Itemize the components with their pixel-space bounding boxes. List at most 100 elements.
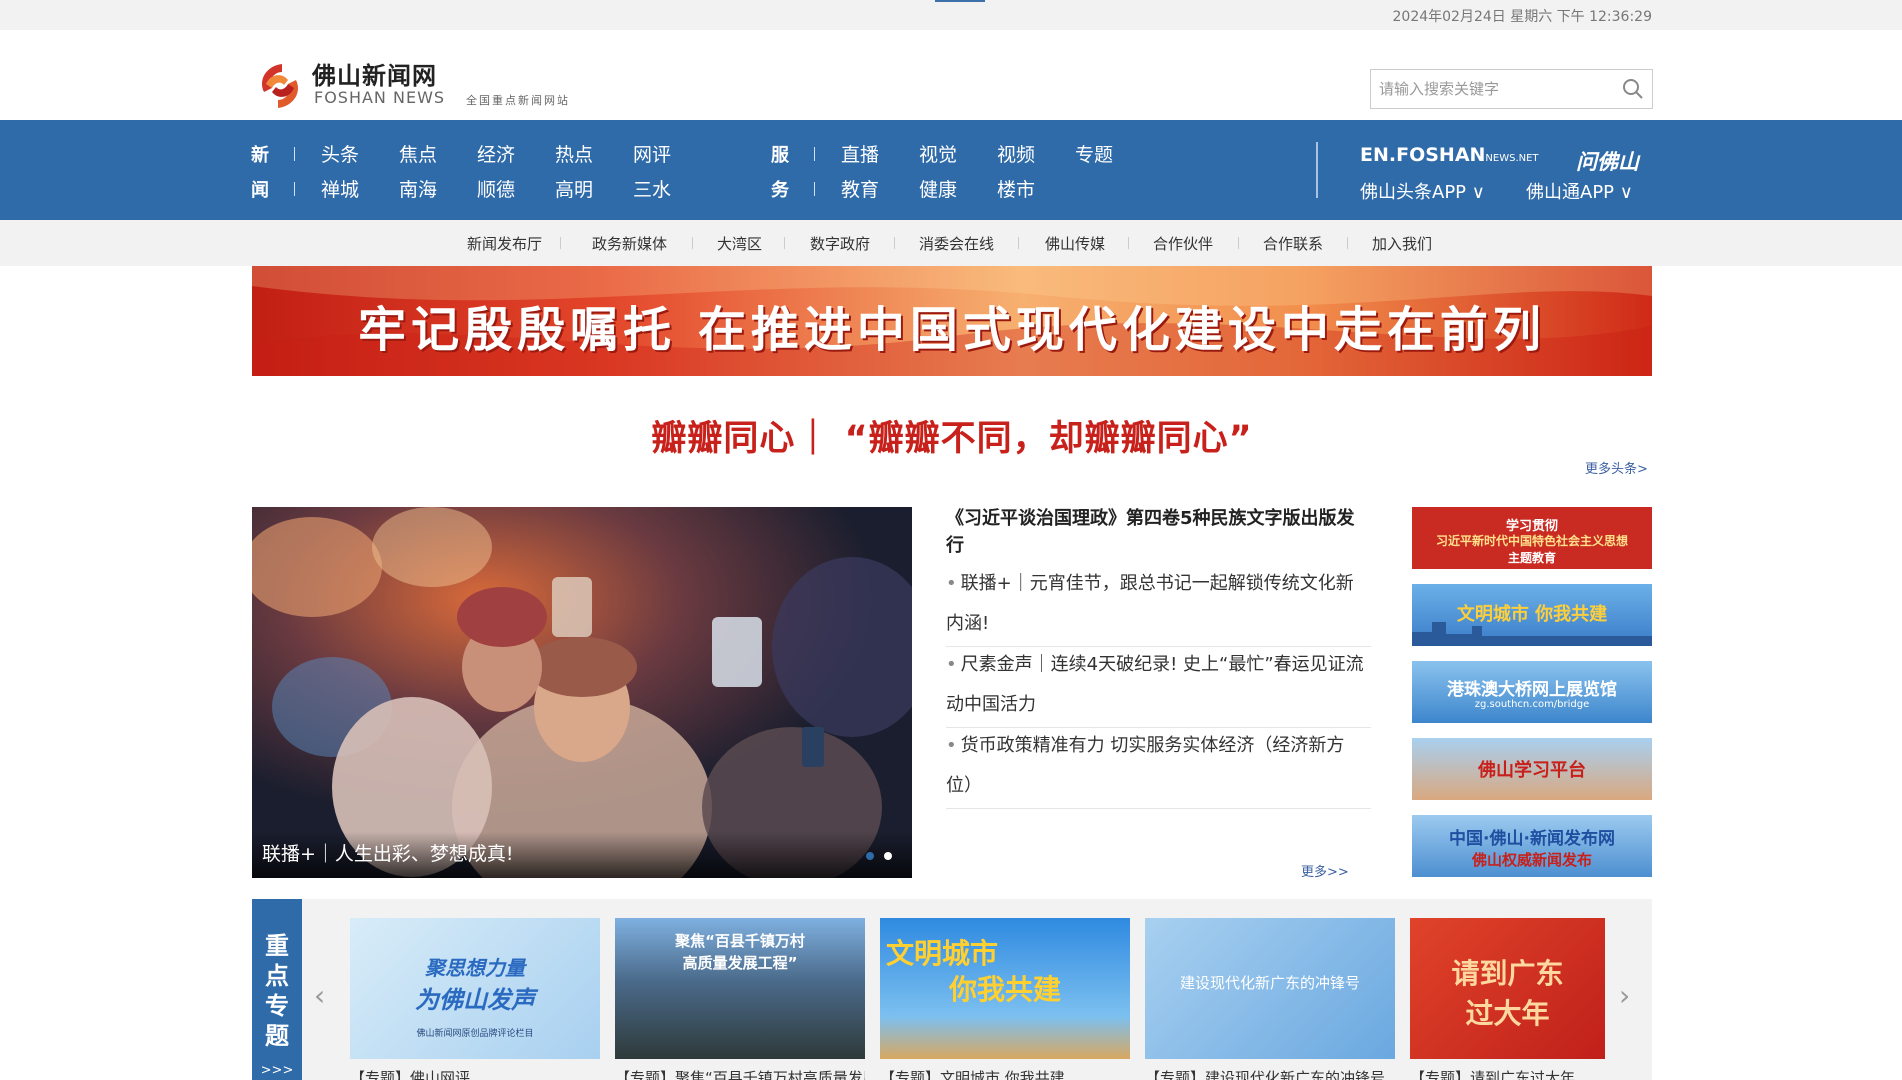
search-icon[interactable] [1622, 78, 1644, 100]
subnav-item-greater-bay[interactable]: 大湾区 [717, 233, 762, 254]
subnav-separator [1238, 237, 1239, 249]
topic-card-image: 建设现代化新广东的冲锋号 [1145, 918, 1395, 1059]
news-item[interactable]: • 货币政策精准有力 切实服务实体经济（经济新方位） [946, 726, 1371, 809]
right-banner-hzmb[interactable]: 港珠澳大桥网上展览馆 zg.southcn.com/bridge [1412, 661, 1652, 723]
news-item-text: 联播+｜元宵佳节，跟总书记一起解锁传统文化新内涵! [946, 573, 1354, 634]
foshan-tong-app-dropdown[interactable]: 佛山通APP ∨ [1526, 178, 1633, 204]
topic-card-image-text: 为佛山发声 [415, 986, 535, 1014]
topic-card[interactable]: 建设现代化新广东的冲锋号 【专题】建设现代化新广东的冲锋号 [1145, 918, 1395, 1080]
right-banner-civilized-city-text: 文明城市 你我共建 [1456, 604, 1608, 625]
nav-separator [294, 147, 295, 161]
special-topics-more[interactable]: >>> [252, 1063, 302, 1078]
nav-item-commentary[interactable]: 网评 [633, 140, 671, 167]
topic-card-image-text: 聚思想力量 [425, 956, 525, 980]
topic-card-caption: 【专题】佛山网评 [350, 1069, 471, 1080]
nav-item-headlines[interactable]: 头条 [321, 140, 359, 167]
topic-card-caption: 【专题】建设现代化新广东的冲锋号 [1145, 1069, 1386, 1080]
slider-dot-1[interactable] [866, 852, 874, 860]
right-banner-hzmb-url: zg.southcn.com/bridge [1474, 699, 1590, 710]
nav-item-sanshui[interactable]: 三水 [633, 175, 671, 202]
right-banner-study[interactable]: 学习贯彻 习近平新时代中国特色社会主义思想 主题教育 [1412, 507, 1652, 569]
subnav-item-consumer-council[interactable]: 消委会在线 [919, 233, 994, 254]
right-banner-press-release[interactable]: 中国·佛山·新闻发布网 佛山权威新闻发布 [1412, 815, 1652, 877]
right-banner-study-line2: 习近平新时代中国特色社会主义思想 [1435, 534, 1628, 548]
top-bar: 2024年02月24日 星期六 下午 12:36:29 [0, 0, 1902, 30]
wen-foshan-logo[interactable]: 问佛山 [1576, 146, 1639, 176]
english-site-link[interactable]: EN.FOSHANNEWS.NET [1360, 144, 1539, 166]
slider-photo [252, 507, 912, 878]
lead-headline[interactable]: 瓣瓣同心｜ “瓣瓣不同，却瓣瓣同心” [252, 410, 1652, 461]
subnav-item-partners[interactable]: 合作伙伴 [1153, 233, 1213, 254]
main-nav: 新 闻 头条 焦点 经济 热点 网评 禅城 南海 顺德 高明 三水 服 务 直播… [0, 120, 1902, 220]
subnav-item-contact[interactable]: 合作联系 [1263, 233, 1323, 254]
right-banner-study-line3: 主题教育 [1507, 551, 1556, 565]
slider-caption[interactable]: 联播+｜人生出彩、梦想成真! [262, 839, 514, 866]
photo-slider[interactable]: 联播+｜人生出彩、梦想成真! [252, 507, 912, 878]
search-box [1370, 69, 1653, 109]
right-banner-study-platform[interactable]: 佛山学习平台 [1412, 738, 1652, 800]
nav-item-property[interactable]: 楼市 [997, 175, 1035, 202]
topic-card-image: 请到广东 过大年 [1410, 918, 1605, 1059]
more-news-link[interactable]: 更多>> [1301, 861, 1349, 880]
nav-item-focus[interactable]: 焦点 [399, 140, 437, 167]
slider-dot-2[interactable] [884, 852, 892, 860]
news-item[interactable]: • 联播+｜元宵佳节，跟总书记一起解锁传统文化新内涵! [946, 564, 1371, 647]
campaign-banner[interactable]: 牢记殷殷嘱托 在推进中国式现代化建设中走在前列 [252, 266, 1652, 376]
topic-card[interactable]: 聚思想力量 为佛山发声 佛山新闻网原创品牌评论栏目 【专题】佛山网评 [350, 918, 600, 1080]
english-site-name: EN.FOSHAN [1360, 144, 1486, 166]
nav-group-news-label-top: 新 [251, 145, 269, 166]
right-banner-hzmb-title: 港珠澳大桥网上展览馆 [1447, 680, 1617, 700]
subnav-separator [784, 237, 785, 249]
subnav-separator [1128, 237, 1129, 249]
logo-mark-icon [262, 64, 298, 108]
topic-card[interactable]: 请到广东 过大年 【专题】请到广东过大年 [1410, 918, 1605, 1080]
right-banner-press-release-title: 中国·佛山·新闻发布网 [1449, 829, 1615, 849]
right-banner-civilized-city[interactable]: 文明城市 你我共建 [1412, 584, 1652, 646]
nav-separator [814, 147, 815, 161]
news-item[interactable]: • 尺素金声｜连续4天破纪录! 史上“最忙”春运见证流动中国活力 [946, 645, 1371, 728]
topic-card-image-text: 请到广东 [1451, 957, 1564, 990]
special-topics-section: 重点专题 >>> ‹ › 聚思想力量 为佛山发声 佛山新闻网原创品牌评论栏目 【… [252, 899, 1652, 1080]
topics-next-arrow-icon[interactable]: › [1619, 979, 1630, 1012]
subnav-separator [692, 237, 693, 249]
subnav-item-gov-media[interactable]: 政务新媒体 [592, 233, 667, 254]
nav-item-economy[interactable]: 经济 [477, 140, 515, 167]
nav-divider [1316, 142, 1318, 198]
bullet: • [946, 654, 957, 675]
site-logo[interactable]: 佛山新闻网 FOSHAN NEWS 全国重点新闻网站 [252, 56, 612, 114]
nav-item-hot[interactable]: 热点 [555, 140, 593, 167]
nav-separator [294, 182, 295, 196]
current-datetime: 2024年02月24日 星期六 下午 12:36:29 [1392, 9, 1653, 25]
logo-tagline: 全国重点新闻网站 [466, 94, 570, 107]
subnav-separator [1018, 237, 1019, 249]
topic-card-image-text: 聚焦“百县千镇万村 [675, 932, 805, 950]
topic-card-image-text: 过大年 [1465, 997, 1550, 1030]
sub-nav: 新闻发布厅 政务新媒体 大湾区 数字政府 消委会在线 佛山传媒 合作伙伴 合作联… [0, 220, 1902, 266]
subnav-item-join-us[interactable]: 加入我们 [1372, 233, 1432, 254]
nav-item-education[interactable]: 教育 [841, 175, 879, 202]
topic-card-caption: 【专题】请到广东过大年 [1410, 1069, 1576, 1080]
nav-item-visual[interactable]: 视觉 [919, 140, 957, 167]
special-topics-label-block[interactable]: 重点专题 >>> [252, 899, 302, 1080]
nav-item-shunde[interactable]: 顺德 [477, 175, 515, 202]
topic-card[interactable]: 文明城市 你我共建 【专题】文明城市 你我共建 [880, 918, 1130, 1080]
nav-item-nanhai[interactable]: 南海 [399, 175, 437, 202]
nav-item-gaoming[interactable]: 高明 [555, 175, 593, 202]
topic-card[interactable]: 聚焦“百县千镇万村 高质量发展工程” 【专题】聚焦“百县千镇万村高质量发展工程” [615, 918, 865, 1080]
featured-news-title[interactable]: 《习近平谈治国理政》第四卷5种民族文字版出版发行 [946, 505, 1356, 559]
nav-item-video[interactable]: 视频 [997, 140, 1035, 167]
nav-item-chancheng[interactable]: 禅城 [321, 175, 359, 202]
nav-item-live[interactable]: 直播 [841, 140, 879, 167]
subnav-item-foshan-media[interactable]: 佛山传媒 [1045, 233, 1105, 254]
subnav-item-press-room[interactable]: 新闻发布厅 [467, 233, 542, 254]
banner-text: 牢记殷殷嘱托 在推进中国式现代化建设中走在前列 [358, 302, 1546, 358]
topics-prev-arrow-icon[interactable]: ‹ [314, 979, 325, 1012]
nav-group-news-label-bottom: 闻 [251, 180, 269, 201]
nav-item-topics[interactable]: 专题 [1075, 140, 1113, 167]
subnav-item-digital-gov[interactable]: 数字政府 [810, 233, 870, 254]
foshan-toutiao-app-dropdown[interactable]: 佛山头条APP ∨ [1360, 178, 1485, 204]
nav-item-health[interactable]: 健康 [919, 175, 957, 202]
header: 佛山新闻网 FOSHAN NEWS 全国重点新闻网站 [0, 30, 1902, 120]
more-headlines-link[interactable]: 更多头条> [1585, 458, 1648, 477]
search-input[interactable] [1371, 70, 1611, 108]
